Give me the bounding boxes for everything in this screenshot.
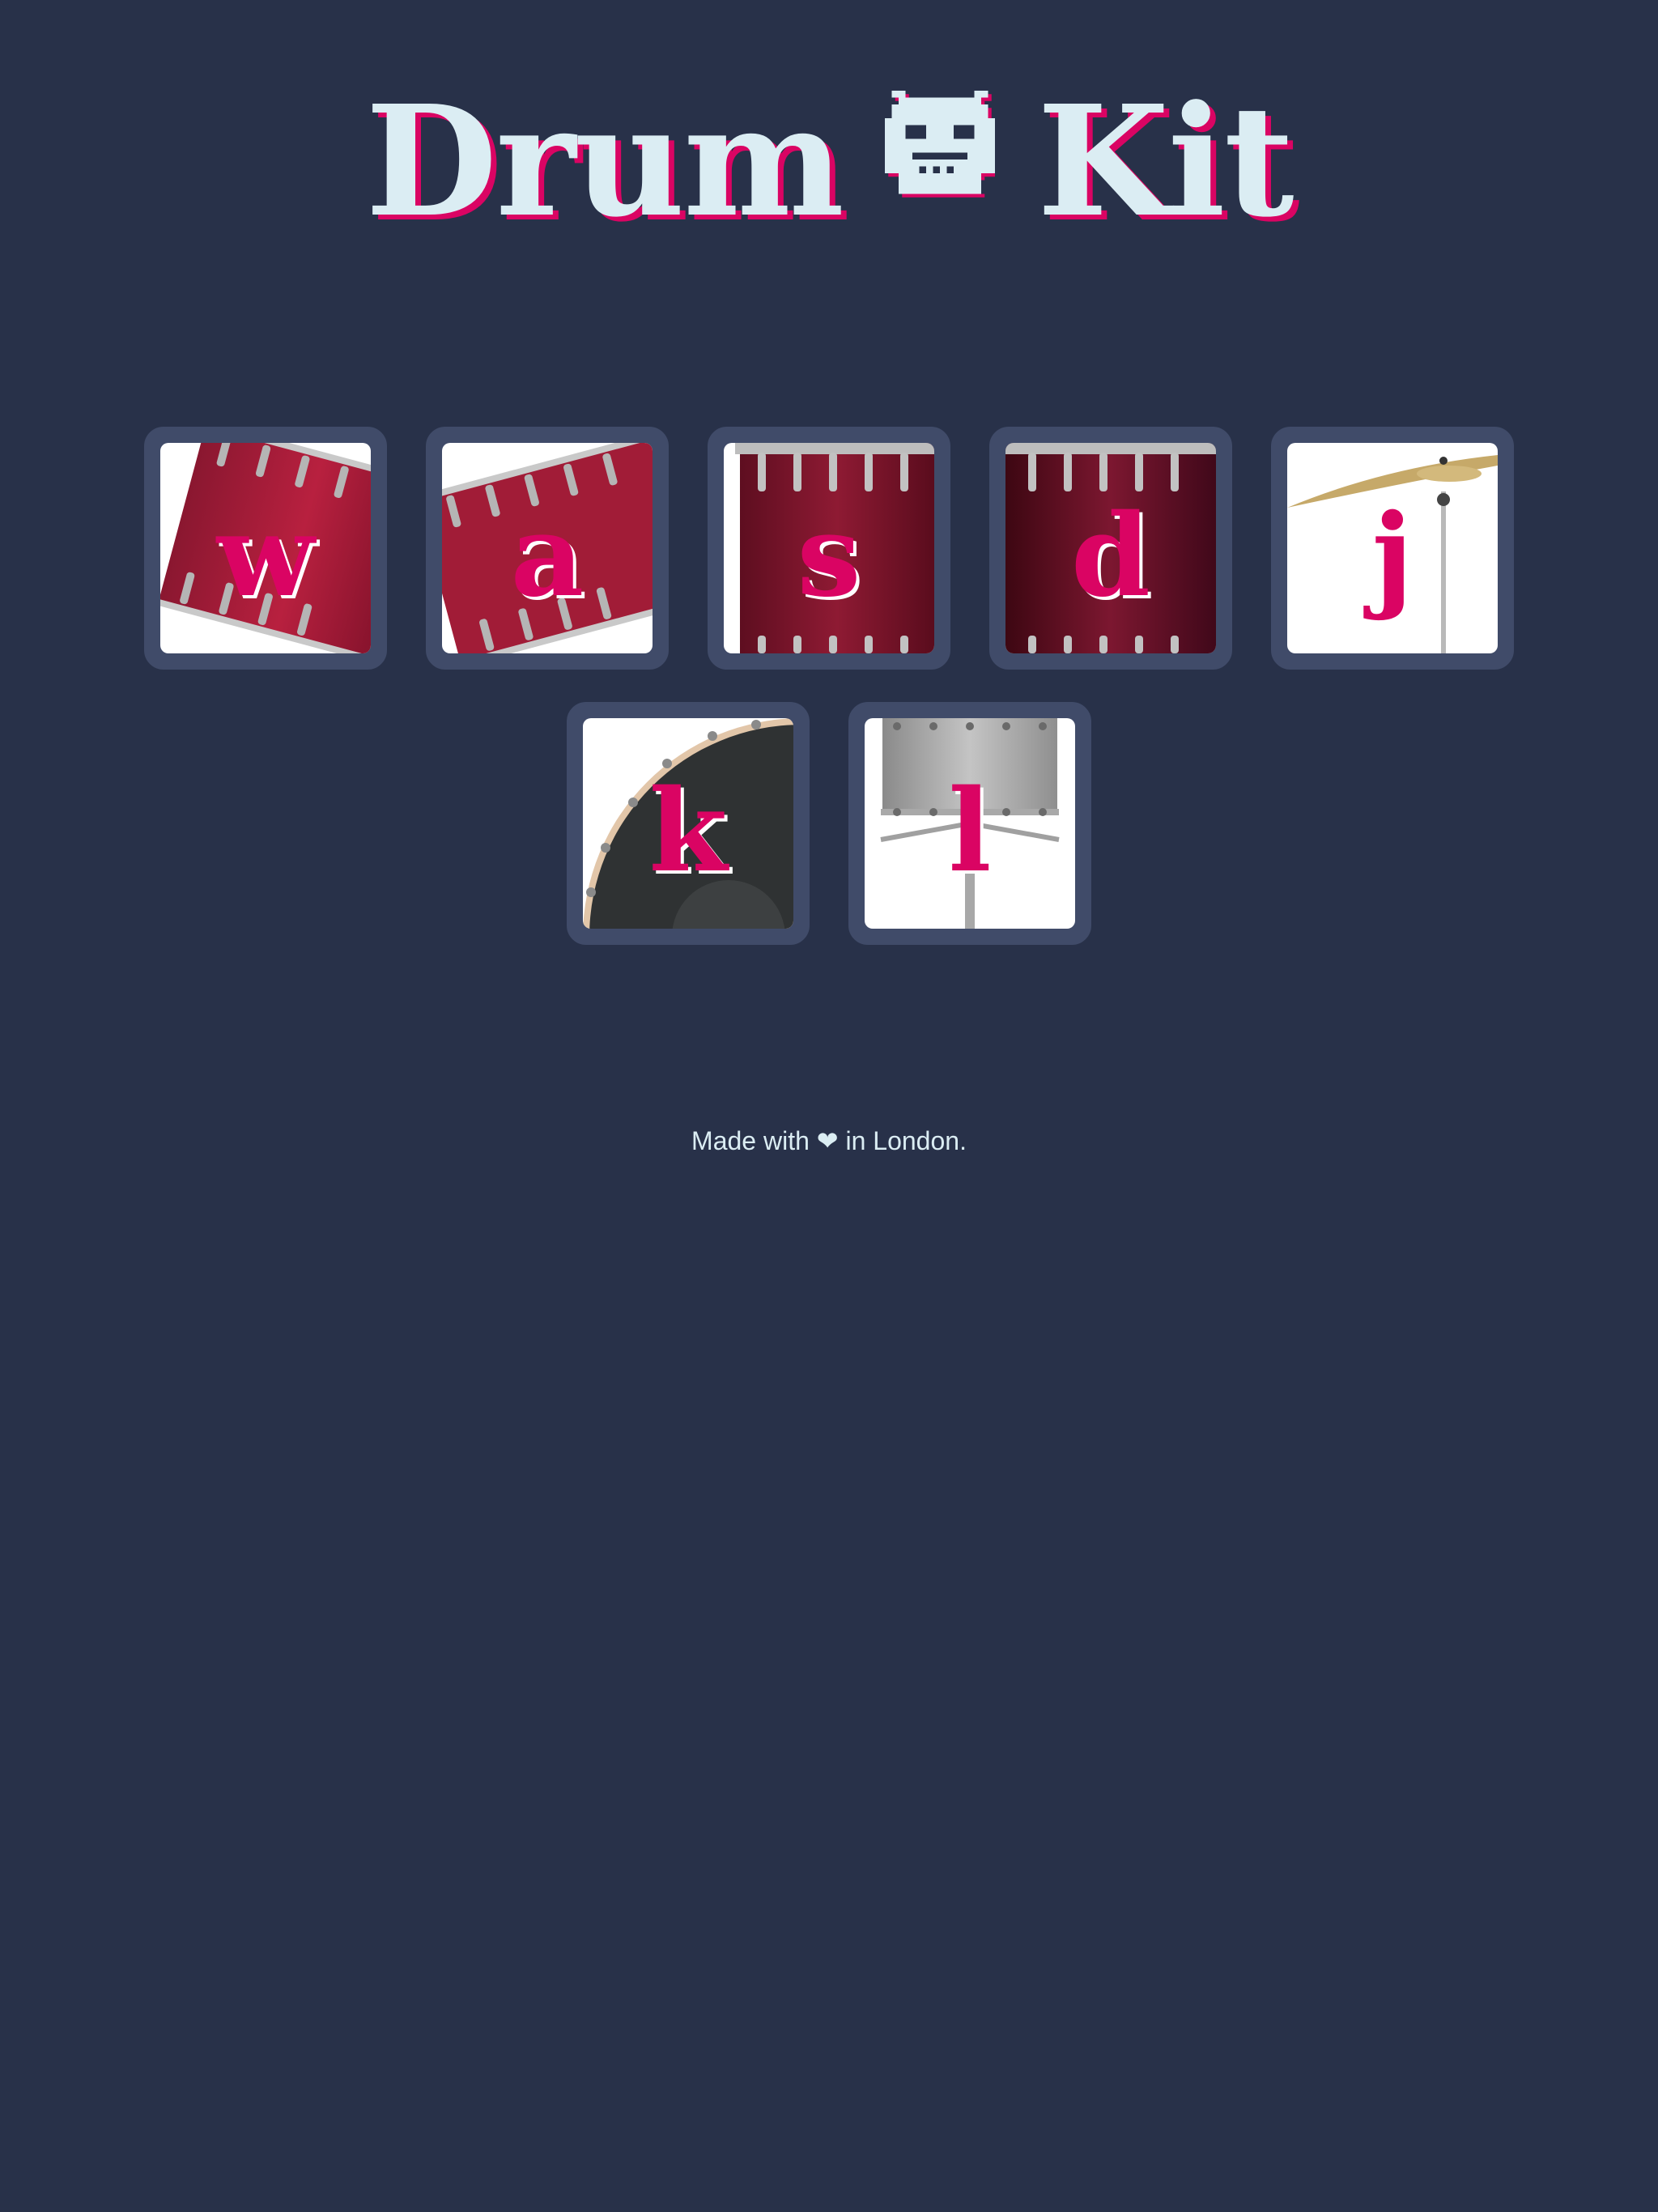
drum-keys: w a s d j k l: [0, 0, 1658, 972]
key-letter: s: [797, 490, 861, 623]
heart-icon: ❤: [816, 1125, 839, 1156]
drum-key-k[interactable]: k: [567, 702, 810, 945]
drum-key-s[interactable]: s: [708, 427, 950, 670]
key-letter: a: [510, 490, 585, 623]
drum-key-a[interactable]: a: [426, 427, 669, 670]
key-letter: d: [1071, 490, 1150, 623]
key-letter: l: [948, 765, 992, 898]
key-letter: j: [1371, 490, 1414, 623]
drum-key-l[interactable]: l: [848, 702, 1091, 945]
key-letter: k: [648, 765, 728, 898]
key-letter: w: [216, 490, 315, 623]
footer: Made with ❤ in London.: [0, 1125, 1658, 1156]
drum-key-d[interactable]: d: [989, 427, 1232, 670]
footer-text-after: in London.: [845, 1126, 967, 1155]
drum-key-w[interactable]: w: [144, 427, 387, 670]
drum-key-j[interactable]: j: [1271, 427, 1514, 670]
footer-text-before: Made with: [691, 1126, 810, 1155]
